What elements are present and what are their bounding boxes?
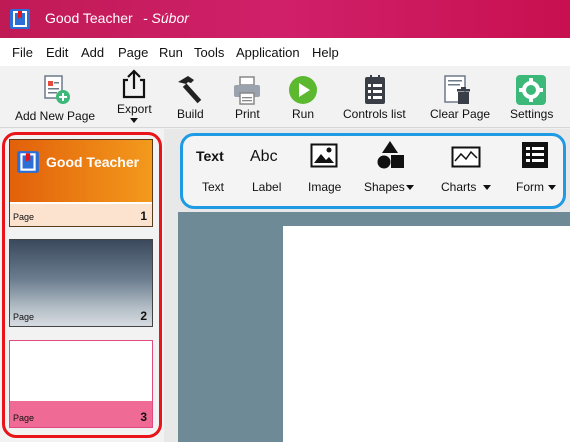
shapes-icon — [377, 141, 404, 169]
chart-icon — [451, 146, 481, 168]
menu-add[interactable]: Add — [81, 45, 104, 60]
text-tool-button[interactable]: Text Text — [191, 136, 233, 206]
add-new-page-label: Add New Page — [15, 109, 96, 123]
menu-bar: File Edit Add Page Run Tools Application… — [0, 38, 570, 66]
run-button[interactable]: Run — [285, 66, 323, 128]
controls-list-label: Controls list — [343, 107, 406, 121]
shapes-tool-button[interactable]: Shapes — [361, 136, 417, 206]
form-tool-button[interactable]: Form — [512, 136, 562, 206]
page-canvas[interactable] — [283, 226, 570, 442]
export-button[interactable]: Export — [112, 66, 156, 128]
settings-button[interactable]: Settings — [506, 66, 562, 128]
menu-tools[interactable]: Tools — [194, 45, 224, 60]
menu-help[interactable]: Help — [312, 45, 339, 60]
charts-label: Charts — [441, 180, 477, 194]
chevron-down-icon — [548, 185, 556, 190]
add-new-page-button[interactable]: Add New Page — [8, 66, 104, 128]
label-tool-label: Label — [252, 180, 282, 194]
image-label: Image — [308, 180, 342, 194]
chevron-down-icon — [406, 185, 414, 190]
image-icon — [310, 143, 338, 168]
gear-icon — [516, 75, 546, 105]
settings-label: Settings — [510, 107, 554, 121]
form-label: Form — [516, 180, 544, 194]
text-label: Text — [202, 180, 225, 194]
charts-tool-button[interactable]: Charts — [438, 136, 496, 206]
play-icon — [289, 76, 317, 104]
print-button[interactable]: Print — [228, 66, 268, 128]
document-title: - Súbor — [143, 10, 189, 26]
printer-icon — [234, 76, 260, 105]
build-label: Build — [177, 107, 204, 121]
app-logo-icon — [10, 9, 30, 29]
image-tool-button[interactable]: Image — [303, 136, 345, 206]
menu-edit[interactable]: Edit — [46, 45, 68, 60]
menu-page[interactable]: Page — [118, 45, 148, 60]
shapes-label: Shapes — [364, 180, 405, 194]
menu-run[interactable]: Run — [159, 45, 183, 60]
app-title: Good Teacher — [45, 10, 133, 26]
clear-page-label: Clear Page — [430, 107, 491, 121]
menu-application[interactable]: Application — [236, 45, 300, 60]
main-toolbar: Add New Page Export Build Print Run Cont… — [0, 66, 570, 128]
label-tool-button[interactable]: Abc Label — [245, 136, 287, 206]
controls-list-button[interactable]: Controls list — [340, 66, 410, 128]
add-page-icon — [44, 75, 70, 104]
menu-file[interactable]: File — [12, 45, 33, 60]
pages-highlight-outline — [2, 132, 162, 438]
title-bar: Good Teacher - Súbor — [0, 0, 570, 38]
form-icon — [522, 142, 548, 168]
export-icon — [122, 69, 146, 99]
clear-page-button[interactable]: Clear Page — [426, 66, 490, 128]
chevron-down-icon — [483, 185, 491, 190]
chevron-down-icon — [130, 118, 138, 123]
text-icon: Text — [196, 148, 224, 164]
print-label: Print — [235, 107, 260, 121]
run-label: Run — [292, 107, 315, 121]
insert-toolbox: Text Text Abc Label Image Shapes Charts — [180, 133, 566, 209]
export-label: Export — [117, 102, 152, 116]
list-icon — [365, 75, 385, 104]
label-icon: Abc — [250, 148, 278, 165]
trash-page-icon — [444, 75, 470, 104]
build-button[interactable]: Build — [170, 66, 214, 128]
hammer-icon — [178, 76, 202, 104]
